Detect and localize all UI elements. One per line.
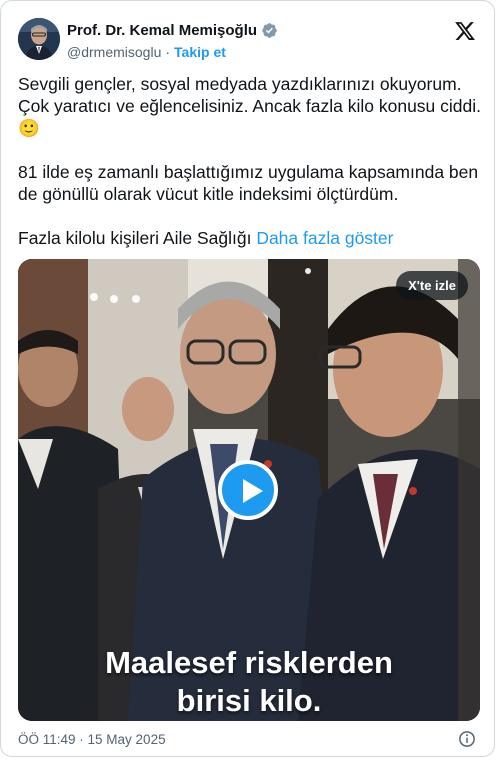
tweet-paragraph-2: 81 ilde eş zamanlı başlattığımız uygulam…: [18, 162, 479, 204]
tweet-timestamp[interactable]: ÖÖ 11:49 · 15 May 2025: [18, 732, 166, 747]
x-logo-icon[interactable]: [454, 20, 476, 42]
play-button[interactable]: [218, 460, 278, 520]
show-more-link[interactable]: Daha fazla göster: [256, 228, 393, 248]
tweet-paragraph-3: Fazla kilolu kişileri Aile Sağlığı Daha …: [18, 227, 488, 249]
video-subtitle-line-2: birisi kilo.: [176, 683, 322, 718]
author-handle[interactable]: @drmemisoglu: [67, 44, 161, 60]
separator-dot: ·: [165, 44, 171, 60]
follow-button[interactable]: Takip et: [174, 44, 226, 60]
play-icon: [243, 479, 263, 503]
author-name[interactable]: Prof. Dr. Kemal Memişoğlu: [67, 22, 257, 39]
tweet-paragraph-3-text: Fazla kilolu kişileri Aile Sağlığı: [18, 228, 252, 248]
verified-badge-icon: [262, 23, 277, 38]
tweet-card: Prof. Dr. Kemal Memişoğlu @drmemisoglu ·…: [0, 0, 495, 757]
info-icon[interactable]: [458, 730, 476, 748]
avatar[interactable]: [18, 18, 60, 60]
tweet-text: Sevgili gençler, sosyal medyada yazdıkla…: [18, 73, 488, 249]
video-player[interactable]: X'te izle Maalesef risklerden birisi kil…: [18, 259, 480, 721]
tweet-paragraph-1: Sevgili gençler, sosyal medyada yazdıkla…: [18, 74, 482, 138]
watch-on-x-button[interactable]: X'te izle: [396, 271, 468, 300]
author-name-row[interactable]: Prof. Dr. Kemal Memişoğlu: [67, 22, 278, 39]
author-handle-row: @drmemisoglu · Takip et: [67, 44, 226, 60]
video-subtitle-line-1: Maalesef risklerden: [105, 645, 393, 680]
